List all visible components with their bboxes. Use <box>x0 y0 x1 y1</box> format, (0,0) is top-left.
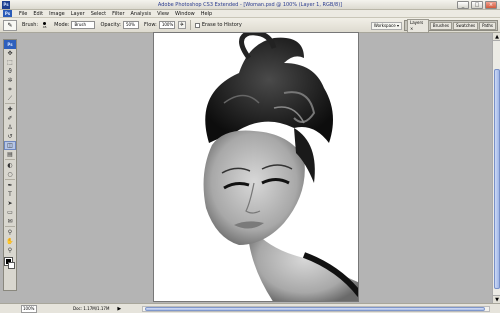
menu-layer[interactable]: Layer <box>68 10 88 18</box>
window-controls: _ □ × <box>457 1 497 9</box>
eyedropper-icon: ⚲ <box>7 229 13 236</box>
notes-icon: ✉ <box>7 218 13 225</box>
zoom-level-field[interactable]: 100% <box>21 304 37 313</box>
blur-tool[interactable]: ◐ <box>4 161 16 170</box>
healing-brush-tool[interactable]: ✚ <box>4 105 16 114</box>
horizontal-scrollbar[interactable] <box>142 306 490 312</box>
workspace-button[interactable]: Workspace ▾ <box>370 22 402 30</box>
path-selection-tool[interactable]: ➤ <box>4 199 16 208</box>
brush-tool[interactable]: ✐ <box>4 114 16 123</box>
canvas-image <box>154 33 358 301</box>
window-title: Adobe Photoshop CS3 Extended - [Woman.ps… <box>157 2 343 8</box>
clone-stamp-icon: ♙ <box>7 124 13 131</box>
marquee-icon: ⬚ <box>7 59 13 66</box>
vertical-scrollbar[interactable]: ▲ ▼ <box>492 33 500 303</box>
panel-tab-layers[interactable]: Layers × <box>407 18 429 33</box>
zoom-icon: ⚲ <box>7 247 13 254</box>
menu-file[interactable]: File <box>16 10 30 18</box>
path-selection-icon: ➤ <box>7 200 13 207</box>
move-tool[interactable]: ✥ <box>4 49 16 58</box>
lasso-icon: ϑ <box>8 68 12 75</box>
hand-tool[interactable]: ✋ <box>4 237 16 246</box>
zoom-tool[interactable]: ⚲ <box>4 246 16 255</box>
status-menu-arrow-icon[interactable]: ▶ <box>117 306 121 312</box>
mode-label: Mode: <box>54 22 70 28</box>
notes-tool[interactable]: ✉ <box>4 217 16 226</box>
vertical-scroll-thumb[interactable] <box>494 69 500 289</box>
horizontal-scroll-thumb[interactable] <box>145 307 485 311</box>
menu-bar: Ps File Edit Image Layer Select Filter A… <box>0 10 500 18</box>
scroll-up-button[interactable]: ▲ <box>493 33 500 41</box>
options-separator <box>189 20 191 30</box>
color-swatches <box>4 257 16 271</box>
gradient-tool[interactable]: ▤ <box>4 150 16 159</box>
maximize-button[interactable]: □ <box>471 1 483 9</box>
background-color-swatch[interactable] <box>8 262 15 269</box>
move-icon: ✥ <box>7 50 13 57</box>
menu-edit[interactable]: Edit <box>30 10 46 18</box>
opacity-label: Opacity: <box>100 22 121 28</box>
slice-tool[interactable]: ⟋ <box>4 94 16 103</box>
menu-select[interactable]: Select <box>88 10 109 18</box>
panel-well: Layers × Brushes Swatches Paths <box>404 18 498 33</box>
erase-to-history-checkbox[interactable] <box>194 22 200 28</box>
panel-tab-swatches[interactable]: Swatches <box>453 21 479 30</box>
shape-tool[interactable]: ▭ <box>4 208 16 217</box>
airbrush-icon[interactable]: ✈ <box>177 21 186 29</box>
menu-help[interactable]: Help <box>198 10 215 18</box>
type-icon: T <box>8 191 12 198</box>
toolbox-logo: Ps <box>4 40 16 49</box>
pen-icon: ✒ <box>7 182 13 189</box>
pen-tool[interactable]: ✒ <box>4 181 16 190</box>
healing-brush-icon: ✚ <box>7 106 13 113</box>
ps-logo: Ps <box>3 10 12 17</box>
type-tool[interactable]: T <box>4 190 16 199</box>
close-button[interactable]: × <box>485 1 497 9</box>
menu-view[interactable]: View <box>154 10 172 18</box>
dodge-icon: ○ <box>7 171 13 178</box>
crop-tool[interactable]: ⌗ <box>4 85 16 94</box>
brush-size: 45 <box>42 24 47 29</box>
lasso-tool[interactable]: ϑ <box>4 67 16 76</box>
menu-window[interactable]: Window <box>172 10 198 18</box>
magic-wand-icon: ✲ <box>7 77 13 84</box>
eyedropper-tool[interactable]: ⚲ <box>4 228 16 237</box>
brush-label: Brush: <box>22 22 39 28</box>
panel-tab-brushes[interactable]: Brushes <box>429 21 453 30</box>
brush-icon: ✐ <box>7 115 13 122</box>
history-brush-tool[interactable]: ↺ <box>4 132 16 141</box>
shape-icon: ▭ <box>7 209 13 216</box>
menu-image[interactable]: Image <box>46 10 68 18</box>
scroll-down-button[interactable]: ▼ <box>493 295 500 303</box>
menu-filter[interactable]: Filter <box>109 10 127 18</box>
toolbox: Ps ✥ ⬚ ϑ ✲ ⌗ ⟋ ✚ ✐ ♙ ↺ ◫ ▤ ◐ ○ ✒ T ➤ ▭ ✉ ⚲ ✋ ⚲ <box>3 39 17 291</box>
eraser-tool[interactable]: ◫ <box>4 141 16 150</box>
menu-analysis[interactable]: Analysis <box>128 10 155 18</box>
erase-to-history-label: Erase to History <box>201 22 242 28</box>
flow-label: Flow: <box>144 22 157 28</box>
document-info: Doc: 1.17M/1.17M <box>73 306 110 311</box>
panel-tab-paths[interactable]: Paths <box>479 21 496 30</box>
title-bar: Ps Adobe Photoshop CS3 Extended - [Woman… <box>0 0 500 10</box>
magic-wand-tool[interactable]: ✲ <box>4 76 16 85</box>
blur-icon: ◐ <box>7 162 13 169</box>
mode-select[interactable]: Brush <box>71 21 96 29</box>
dodge-tool[interactable]: ○ <box>4 170 16 179</box>
history-brush-icon: ↺ <box>7 133 13 140</box>
eraser-icon: ◫ <box>7 142 13 149</box>
flow-field[interactable]: 100% <box>158 21 175 29</box>
crop-icon: ⌗ <box>8 86 12 93</box>
status-bar: 100% Doc: 1.17M/1.17M ▶ <box>0 303 500 313</box>
minimize-button[interactable]: _ <box>457 1 469 9</box>
hand-icon: ✋ <box>6 238 14 245</box>
document-canvas[interactable] <box>153 32 359 302</box>
tool-preset-picker[interactable]: ✎ <box>3 19 17 31</box>
brush-picker[interactable]: 45 <box>40 21 49 30</box>
gradient-icon: ▤ <box>7 151 13 158</box>
opacity-field[interactable]: 50% <box>123 21 139 29</box>
slice-icon: ⟋ <box>7 95 13 102</box>
marquee-tool[interactable]: ⬚ <box>4 58 16 67</box>
clone-stamp-tool[interactable]: ♙ <box>4 123 16 132</box>
